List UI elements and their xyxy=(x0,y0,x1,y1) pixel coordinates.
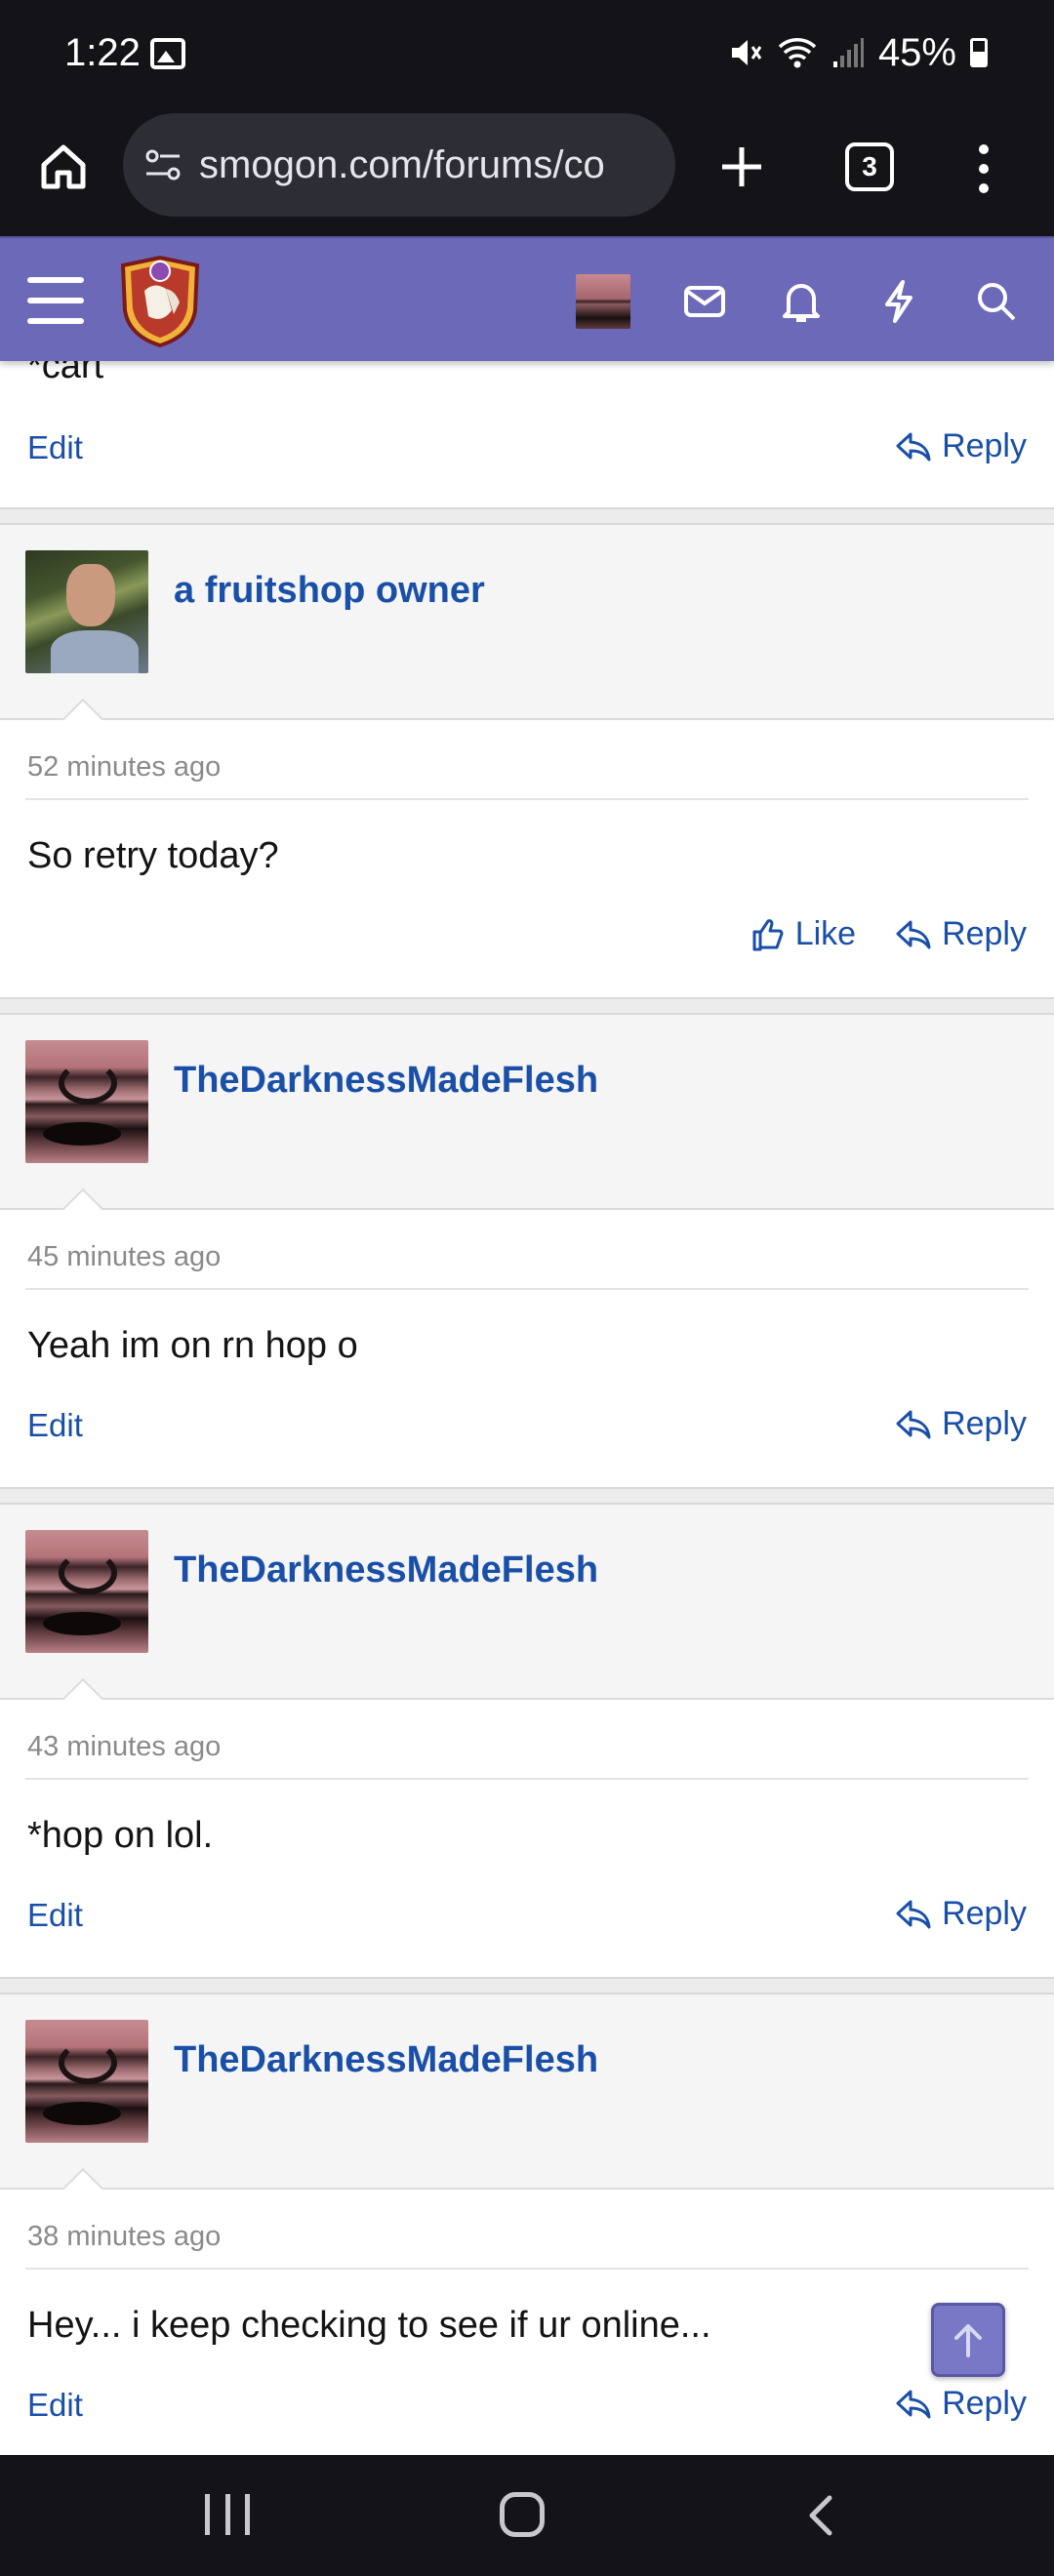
thumbs-up-icon xyxy=(752,918,784,950)
hamburger-icon[interactable] xyxy=(27,277,84,324)
divider xyxy=(25,1288,1029,1290)
battery-percentage: 45% xyxy=(877,30,956,74)
post-message: Hey... i keep checking to see if ur onli… xyxy=(27,2305,711,2346)
signal-icon xyxy=(832,38,864,67)
post-timestamp[interactable]: 38 minutes ago xyxy=(27,2221,221,2253)
post-user-block: TheDarknessMadeFlesh xyxy=(0,1994,1054,2210)
home-nav-button[interactable] xyxy=(500,2492,545,2537)
reply-icon xyxy=(896,432,931,461)
status-time: 1:22 xyxy=(64,31,141,74)
photo-notification-icon xyxy=(150,38,185,69)
reply-label: Reply xyxy=(942,2385,1027,2422)
wifi-icon xyxy=(778,38,817,68)
reply-label: Reply xyxy=(942,427,1027,464)
post-timestamp[interactable]: 45 minutes ago xyxy=(27,1241,221,1273)
post-user-block: a fruitshop owner xyxy=(0,525,1054,741)
new-tab-button[interactable] xyxy=(703,131,781,203)
status-indicators: 45% xyxy=(728,31,988,74)
post-user-block: TheDarknessMadeFlesh xyxy=(0,1505,1054,1720)
system-nav-bar xyxy=(0,2455,1054,2576)
search-icon[interactable] xyxy=(966,271,1027,332)
avatar[interactable] xyxy=(25,1530,148,1653)
bolt-icon[interactable] xyxy=(869,271,929,332)
post-body: 45 minutes ago Yeah im on rn hop o Edit … xyxy=(0,1210,1054,1488)
reply-button[interactable]: Reply xyxy=(895,1895,1027,1933)
previous-post-fragment: *cart Edit Reply xyxy=(0,342,1054,507)
edit-link[interactable]: Edit xyxy=(27,1897,83,1934)
post-message: *hop on lol. xyxy=(27,1815,214,1856)
reply-label: Reply xyxy=(942,915,1027,952)
status-bar: 1:22 45% xyxy=(0,0,1054,109)
reply-icon xyxy=(896,1410,931,1438)
edit-link[interactable]: Edit xyxy=(27,429,83,466)
avatar[interactable] xyxy=(25,550,148,673)
more-vert-icon[interactable] xyxy=(962,133,1005,205)
browser-toolbar: smogon.com/forums/co 3 xyxy=(0,109,1054,236)
home-button[interactable] xyxy=(27,131,100,203)
username[interactable]: TheDarknessMadeFlesh xyxy=(174,1060,598,1102)
recent-apps-button[interactable] xyxy=(205,2494,250,2535)
site-settings-icon[interactable] xyxy=(142,144,183,185)
edit-link[interactable]: Edit xyxy=(27,1407,83,1444)
forum-header xyxy=(0,236,1054,361)
reply-button[interactable]: Reply xyxy=(895,915,1027,953)
reply-button[interactable]: Reply xyxy=(895,1405,1027,1443)
post-message: So retry today? xyxy=(27,835,279,876)
post-user-block: TheDarknessMadeFlesh xyxy=(0,1015,1054,1230)
back-button[interactable] xyxy=(802,2494,841,2537)
like-button[interactable]: Like xyxy=(750,915,856,953)
address-bar[interactable]: smogon.com/forums/co xyxy=(123,113,675,217)
username[interactable]: a fruitshop owner xyxy=(174,570,485,612)
divider xyxy=(25,798,1029,800)
post-timestamp[interactable]: 52 minutes ago xyxy=(27,751,221,784)
tab-switcher-button[interactable]: 3 xyxy=(845,142,894,191)
battery-icon xyxy=(970,38,988,67)
post-body: 38 minutes ago Hey... i keep checking to… xyxy=(0,2190,1054,2455)
reply-button[interactable]: Reply xyxy=(895,2385,1027,2423)
post-separator xyxy=(0,507,1054,525)
avatar[interactable] xyxy=(25,1040,148,1163)
avatar[interactable] xyxy=(25,2020,148,2143)
reply-label: Reply xyxy=(942,1895,1027,1932)
account-avatar[interactable] xyxy=(576,274,630,329)
smogon-logo[interactable] xyxy=(115,252,205,349)
edit-link[interactable]: Edit xyxy=(27,2387,83,2424)
like-label: Like xyxy=(794,915,857,952)
post-message: Yeah im on rn hop o xyxy=(27,1325,358,1366)
arrow-up-icon xyxy=(954,2324,982,2357)
divider xyxy=(25,2268,1029,2270)
post-separator xyxy=(0,1977,1054,1994)
plus-icon xyxy=(722,147,761,186)
reply-icon xyxy=(896,920,931,948)
post-body: 52 minutes ago So retry today? Like Repl… xyxy=(0,720,1054,998)
bell-icon[interactable] xyxy=(771,271,831,332)
scroll-to-top-button[interactable] xyxy=(931,2303,1005,2377)
username[interactable]: TheDarknessMadeFlesh xyxy=(174,2039,598,2081)
reply-icon xyxy=(896,1900,931,1928)
mail-icon[interactable] xyxy=(674,271,735,332)
divider xyxy=(25,1778,1029,1780)
home-icon xyxy=(41,144,86,189)
mute-icon xyxy=(731,40,762,65)
url-text[interactable]: smogon.com/forums/co xyxy=(199,143,605,187)
username[interactable]: TheDarknessMadeFlesh xyxy=(174,1550,598,1591)
post-body: 43 minutes ago *hop on lol. Edit Reply xyxy=(0,1700,1054,1978)
reply-label: Reply xyxy=(942,1405,1027,1442)
post-timestamp[interactable]: 43 minutes ago xyxy=(27,1731,221,1763)
post-separator xyxy=(0,1487,1054,1505)
reply-icon xyxy=(896,2390,931,2418)
post-separator xyxy=(0,997,1054,1015)
reply-button[interactable]: Reply xyxy=(895,427,1027,465)
